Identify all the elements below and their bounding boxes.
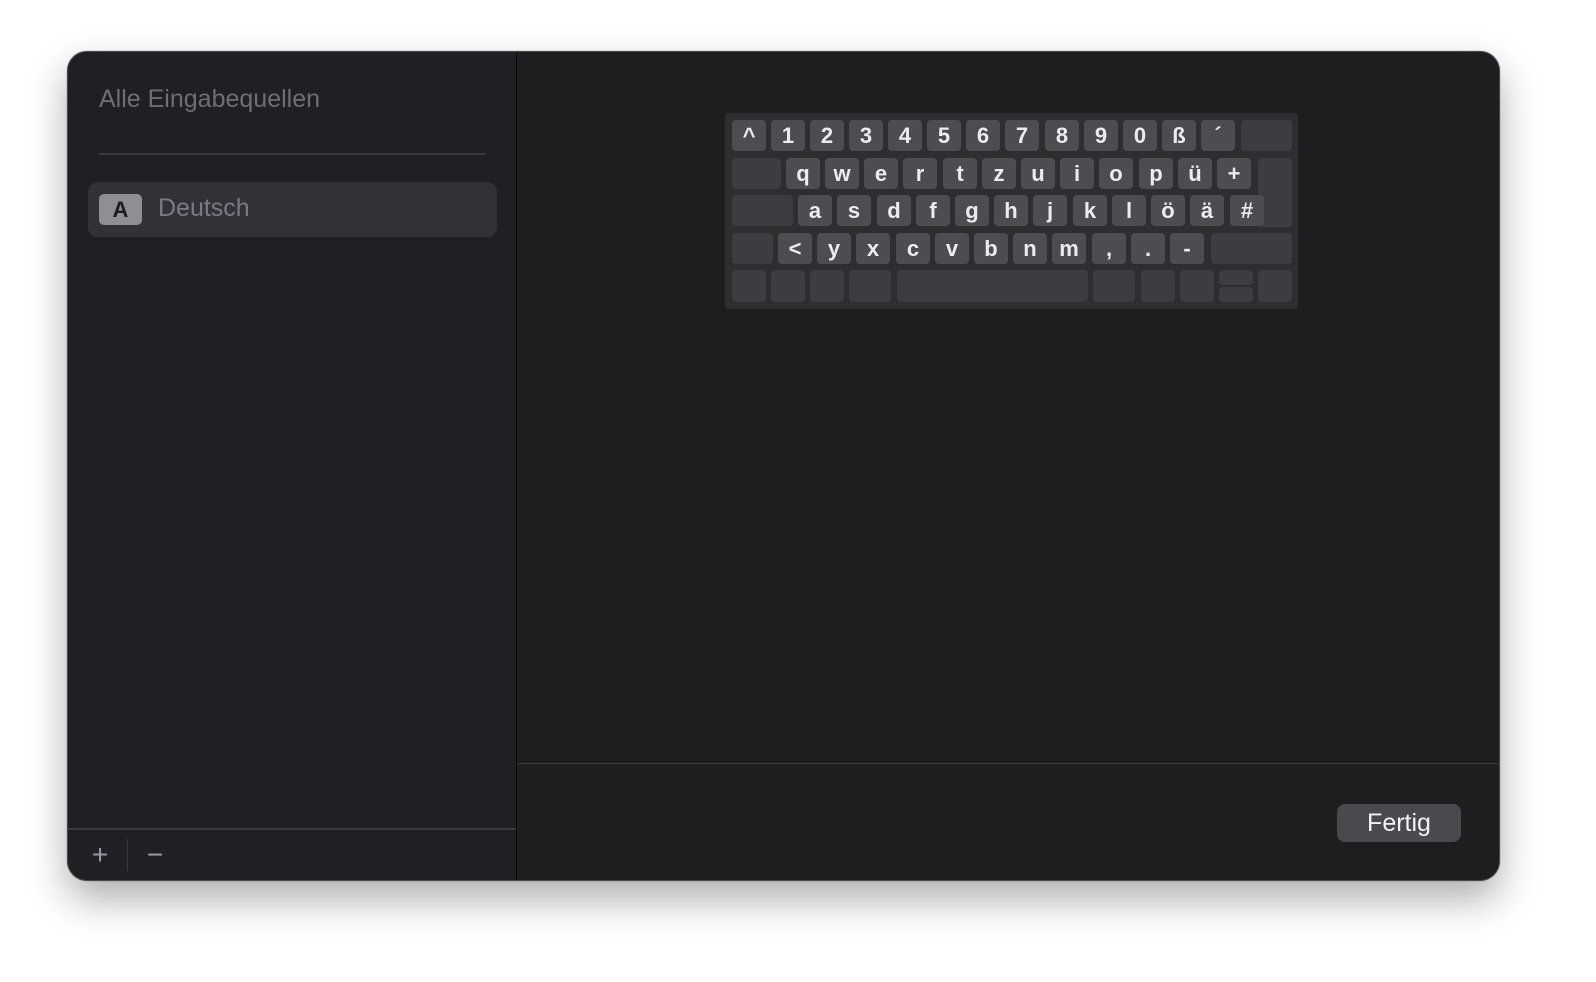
command-key — [849, 270, 891, 302]
arrow-right-key — [1258, 270, 1292, 302]
key: # — [1230, 195, 1264, 226]
key: ü — [1178, 158, 1212, 189]
key: b — [974, 233, 1008, 264]
key: l — [1112, 195, 1146, 226]
key: - — [1170, 233, 1204, 264]
key: s — [837, 195, 871, 226]
key: 2 — [810, 120, 844, 151]
add-source-button[interactable]: + — [85, 840, 115, 870]
key: i — [1060, 158, 1094, 189]
key: 8 — [1045, 120, 1079, 151]
key: 5 — [927, 120, 961, 151]
key: m — [1052, 233, 1086, 264]
key: t — [943, 158, 977, 189]
input-sources-sheet: Alle Eingabequellen A Deutsch + − ^ 1 2 … — [67, 51, 1500, 881]
key: c — [896, 233, 930, 264]
source-item-label: Deutsch — [158, 194, 250, 222]
right-command-key — [1093, 270, 1135, 302]
key: v — [935, 233, 969, 264]
left-shift-key — [732, 233, 773, 264]
key: ö — [1151, 195, 1185, 226]
keyboard-preview-panel: ^ 1 2 3 4 5 6 7 8 9 0 ß ´ q w e r t z u … — [517, 52, 1499, 880]
key: 7 — [1005, 120, 1039, 151]
footer-divider-line — [517, 763, 1499, 764]
done-button[interactable]: Fertig — [1337, 804, 1461, 842]
fn-key — [732, 270, 766, 302]
key: x — [856, 233, 890, 264]
sidebar-footer: + − — [68, 828, 516, 880]
right-option-key — [1141, 270, 1175, 302]
key: n — [1013, 233, 1047, 264]
key: 0 — [1123, 120, 1157, 151]
sidebar-title: Alle Eingabequellen — [99, 85, 321, 113]
delete-key — [1241, 120, 1292, 151]
key: + — [1217, 158, 1251, 189]
key: q — [786, 158, 820, 189]
keyboard-badge-icon: A — [99, 194, 142, 225]
control-key — [771, 270, 805, 302]
key: ´ — [1201, 120, 1235, 151]
remove-source-button[interactable]: − — [140, 840, 170, 870]
footer-divider — [127, 839, 128, 871]
key: a — [798, 195, 832, 226]
key: j — [1033, 195, 1067, 226]
key: 6 — [966, 120, 1000, 151]
key: o — [1099, 158, 1133, 189]
key: ß — [1162, 120, 1196, 151]
key: k — [1073, 195, 1107, 226]
tab-key — [732, 158, 781, 189]
option-key — [810, 270, 844, 302]
key: ä — [1190, 195, 1224, 226]
space-key — [897, 270, 1088, 302]
key: r — [903, 158, 937, 189]
key: f — [916, 195, 950, 226]
key: g — [955, 195, 989, 226]
caps-lock-key — [732, 195, 793, 226]
key: p — [1139, 158, 1173, 189]
key: , — [1092, 233, 1126, 264]
right-shift-key — [1211, 233, 1292, 264]
key: 1 — [771, 120, 805, 151]
key: . — [1131, 233, 1165, 264]
key: y — [817, 233, 851, 264]
key: e — [864, 158, 898, 189]
arrow-left-key — [1180, 270, 1214, 302]
sidebar-divider — [99, 153, 486, 155]
source-item-deutsch[interactable]: A Deutsch — [88, 182, 497, 237]
key: 3 — [849, 120, 883, 151]
keyboard-layout-preview: ^ 1 2 3 4 5 6 7 8 9 0 ß ´ q w e r t z u … — [725, 113, 1298, 309]
arrow-up-key — [1219, 270, 1253, 285]
key: d — [877, 195, 911, 226]
key: h — [994, 195, 1028, 226]
key: z — [982, 158, 1016, 189]
input-source-sidebar: Alle Eingabequellen A Deutsch + − — [68, 52, 517, 880]
arrow-down-key — [1219, 287, 1253, 302]
key: u — [1021, 158, 1055, 189]
key: w — [825, 158, 859, 189]
key: < — [778, 233, 812, 264]
key: ^ — [732, 120, 766, 151]
key: 9 — [1084, 120, 1118, 151]
key: 4 — [888, 120, 922, 151]
